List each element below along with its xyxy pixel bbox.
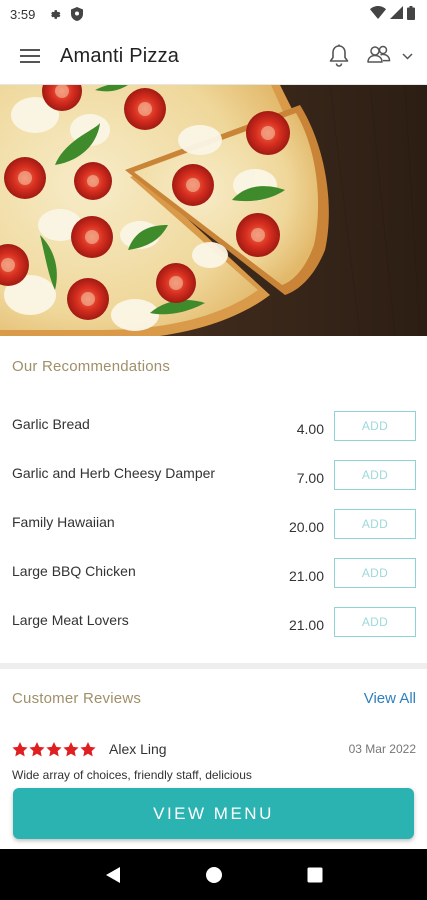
list-item: Large BBQ Chicken 21.00 ADD xyxy=(0,558,427,607)
review-text: Wide array of choices, friendly staff, d… xyxy=(12,768,252,782)
star-icon xyxy=(12,741,28,756)
review-date: 03 Mar 2022 xyxy=(348,742,416,756)
list-item: Family Hawaiian 20.00 ADD xyxy=(0,509,427,558)
battery-icon xyxy=(407,5,415,23)
item-price: 4.00 xyxy=(296,421,324,437)
user-menu[interactable] xyxy=(366,45,413,68)
item-price: 21.00 xyxy=(288,568,324,584)
star-rating xyxy=(12,741,96,757)
list-item: Garlic Bread 4.00 ADD xyxy=(0,411,427,460)
home-icon[interactable] xyxy=(199,860,229,890)
list-item: Large Meat Lovers 21.00 ADD xyxy=(0,607,427,656)
item-price: 21.00 xyxy=(288,617,324,633)
app-bar: Amanti Pizza xyxy=(0,28,427,85)
pizza-image xyxy=(0,85,427,336)
add-button[interactable]: ADD xyxy=(334,558,416,588)
list-item: Garlic and Herb Cheesy Damper 7.00 ADD xyxy=(0,460,427,509)
reviews-section: Customer Reviews View All Alex Ling 03 M… xyxy=(0,669,427,789)
back-icon[interactable] xyxy=(98,860,128,890)
signal-icon xyxy=(390,6,403,22)
item-name: Large Meat Lovers xyxy=(12,612,129,628)
status-bar: 3:59 xyxy=(0,0,427,28)
recents-icon[interactable] xyxy=(300,860,330,890)
reviews-title: Customer Reviews xyxy=(12,690,142,707)
wifi-icon xyxy=(370,6,386,22)
item-price: 20.00 xyxy=(288,519,324,535)
item-price: 7.00 xyxy=(296,470,324,486)
recommendations-title: Our Recommendations xyxy=(12,358,171,375)
shield-icon xyxy=(71,7,84,21)
recommendations-list: Garlic Bread 4.00 ADD Garlic and Herb Ch… xyxy=(0,411,427,656)
view-all-link[interactable]: View All xyxy=(364,690,416,707)
add-button[interactable]: ADD xyxy=(334,411,416,441)
add-button[interactable]: ADD xyxy=(334,607,416,637)
page-title: Amanti Pizza xyxy=(60,44,180,67)
review-header: Alex Ling 03 Mar 2022 xyxy=(12,741,416,757)
chevron-down-icon xyxy=(402,47,413,65)
item-name: Garlic and Herb Cheesy Damper xyxy=(12,465,216,481)
add-button[interactable]: ADD xyxy=(334,460,416,490)
item-name: Family Hawaiian xyxy=(12,514,115,530)
item-name: Garlic Bread xyxy=(12,416,90,432)
star-icon xyxy=(46,741,62,756)
add-button[interactable]: ADD xyxy=(334,509,416,539)
reviewer-name: Alex Ling xyxy=(109,741,167,757)
users-icon xyxy=(366,45,392,68)
item-name: Large BBQ Chicken xyxy=(12,563,136,579)
status-time: 3:59 xyxy=(10,6,36,22)
hamburger-menu-icon[interactable] xyxy=(0,28,60,85)
star-icon xyxy=(80,741,96,756)
view-menu-button[interactable]: VIEW MENU xyxy=(13,788,414,839)
system-nav-bar xyxy=(0,849,427,900)
star-icon xyxy=(63,741,79,756)
star-icon xyxy=(29,741,45,756)
settings-icon xyxy=(49,8,62,21)
bell-icon[interactable] xyxy=(328,44,350,68)
recommendations-section: Our Recommendations Garlic Bread 4.00 AD… xyxy=(0,336,427,663)
